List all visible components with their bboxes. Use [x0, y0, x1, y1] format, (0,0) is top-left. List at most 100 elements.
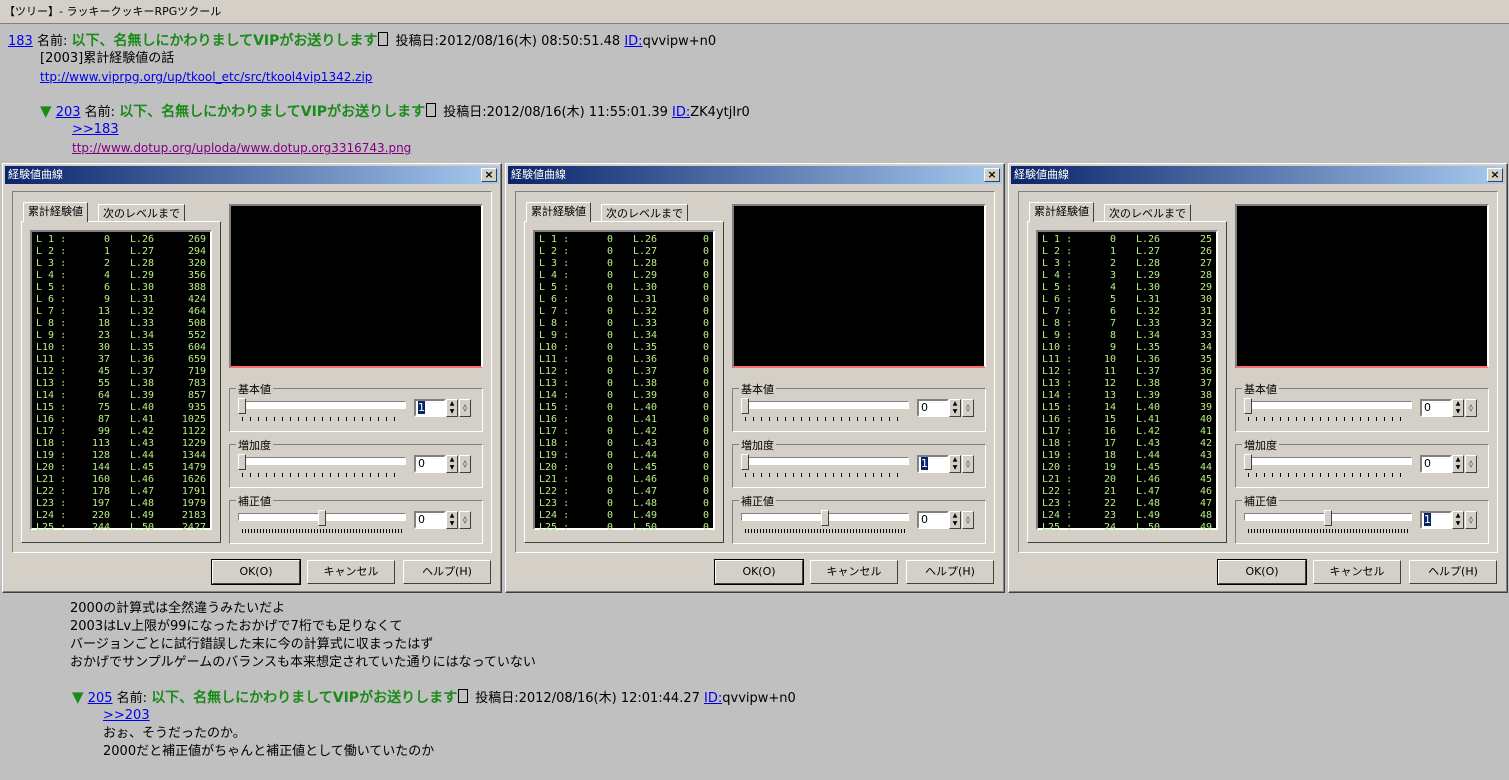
id-label-link[interactable]: ID:	[704, 691, 722, 706]
tab-cumulative-exp[interactable]: 累計経験値	[526, 202, 591, 222]
param-slider-thumb[interactable]	[741, 454, 749, 470]
help-button[interactable]: ヘルプ(H)	[403, 560, 491, 584]
spin-arrows-icon[interactable]: ◊	[459, 399, 471, 417]
param-slider-thumb[interactable]	[741, 398, 749, 414]
help-button[interactable]: ヘルプ(H)	[1409, 560, 1497, 584]
param-value-input[interactable]: 0	[414, 455, 446, 473]
param-slider-thumb[interactable]	[821, 510, 829, 526]
id-label-link[interactable]: ID:	[624, 34, 642, 49]
exp-table-row: L 5 : 6 L.30 388	[32, 282, 210, 294]
url-link[interactable]: ttp://www.dotup.org/uploda/www.dotup.org…	[72, 141, 411, 155]
param-slider-track[interactable]	[741, 401, 909, 409]
spin-arrows-icon[interactable]: ▲ ▼	[949, 399, 961, 417]
param-slider-thumb[interactable]	[238, 398, 246, 414]
level-label: L12 :	[539, 366, 570, 377]
close-icon[interactable]: ×	[984, 168, 1000, 182]
param-value-input[interactable]: 1	[917, 455, 949, 473]
exp-table-row: L10 : 30 L.35 604	[32, 342, 210, 354]
level-label: L.37	[130, 366, 155, 377]
ok-button[interactable]: OK(O)	[714, 559, 804, 585]
spin-arrows-icon[interactable]: ◊	[1465, 511, 1477, 529]
ok-button[interactable]: OK(O)	[1217, 559, 1307, 585]
dialog-titlebar[interactable]: 経験値曲線 ×	[508, 166, 1002, 184]
post-number-link[interactable]: 205	[88, 691, 113, 706]
spin-arrows-icon[interactable]: ▲ ▼	[1452, 399, 1464, 417]
exp-table-list[interactable]: L 1 :0 L.26 269 L 2 :1 L.27 294 L 3 :2 L.28 320 L…	[30, 230, 212, 533]
dialog-titlebar[interactable]: 経験値曲線 ×	[1011, 166, 1505, 184]
param-slider-track[interactable]	[1244, 457, 1412, 465]
param-slider-thumb[interactable]	[1244, 454, 1252, 470]
param-slider-thumb[interactable]	[318, 510, 326, 526]
exp-table-list[interactable]: L 1 :0 L.26 0 L 2 :0 L.27 0 L 3 :0 L.28 0 L 4 :0L…	[533, 230, 715, 533]
param-slider-track[interactable]	[238, 401, 406, 409]
help-button[interactable]: ヘルプ(H)	[906, 560, 994, 584]
level-label: L.31	[1136, 294, 1161, 305]
param-value-input[interactable]: 0	[917, 511, 949, 529]
param-slider-thumb[interactable]	[1324, 510, 1332, 526]
url-link[interactable]: ttp://www.viprpg.org/up/tkool_etc/src/tk…	[40, 70, 372, 84]
spin-arrows-icon[interactable]: ◊	[962, 455, 974, 473]
triangle-down-icon[interactable]: ▼	[40, 102, 52, 120]
param-value-input[interactable]: 0	[917, 399, 949, 417]
exp-table-row: L21 : 20 L.46 45	[1038, 474, 1216, 486]
spin-arrows-icon[interactable]: ▲ ▼	[949, 455, 961, 473]
close-icon[interactable]: ×	[1487, 168, 1503, 182]
cancel-button[interactable]: キャンセル	[810, 560, 898, 584]
id-label-link[interactable]: ID:	[672, 105, 690, 120]
param-value-input[interactable]: 0	[1420, 455, 1452, 473]
post-number-link[interactable]: 203	[56, 105, 81, 120]
exp-value: 0	[606, 366, 613, 377]
spin-arrows-icon[interactable]: ◊	[962, 511, 974, 529]
exp-curve-dialog: 経験値曲線 × 累計経験値 次のレベルまで L 1 : 0 L.26 0 L 2 : 0 L.27 0…	[505, 163, 1005, 593]
param-slider-thumb[interactable]	[238, 454, 246, 470]
spin-arrows-icon[interactable]: ▲ ▼	[1452, 455, 1464, 473]
param-group: 基本値 0 ▲ ▼ ◊	[732, 381, 986, 432]
param-value-input[interactable]: 0	[1420, 399, 1452, 417]
param-value-input[interactable]: 0	[414, 511, 446, 529]
tab-next-level[interactable]: 次のレベルまで	[1104, 204, 1191, 222]
level-label: L15 :	[539, 402, 570, 413]
spin-arrows-icon[interactable]: ◊	[459, 455, 471, 473]
param-slider-thumb[interactable]	[1244, 398, 1252, 414]
spin-arrows-icon[interactable]: ◊	[1465, 399, 1477, 417]
spin-arrows-icon[interactable]: ◊	[962, 399, 974, 417]
exp-value: 22	[1103, 498, 1116, 509]
post-body-line: 2000の計算式は全然違うみたいだよ	[70, 601, 286, 616]
cancel-button[interactable]: キャンセル	[307, 560, 395, 584]
level-label: L 5 :	[539, 282, 570, 293]
level-label: L19 :	[539, 450, 570, 461]
param-slider-track[interactable]	[1244, 401, 1412, 409]
post-number-link[interactable]: 183	[8, 34, 33, 49]
param-slider-track[interactable]	[238, 457, 406, 465]
spin-arrows-icon[interactable]: ▲ ▼	[446, 455, 458, 473]
spin-arrows-icon[interactable]: ◊	[1465, 455, 1477, 473]
spin-arrows-icon[interactable]: ▲ ▼	[949, 511, 961, 529]
exp-table-list[interactable]: L 1 :0 L.26 25 L 2 :1 L.27 26 L 3 :2 L.28 27 L 4 …	[1036, 230, 1218, 533]
reply-link[interactable]: >>203	[103, 708, 150, 723]
exp-table-row: L 7 : 0 L.32 0	[535, 306, 713, 318]
triangle-down-icon[interactable]: ▼	[72, 688, 84, 706]
tab-next-level[interactable]: 次のレベルまで	[98, 204, 185, 222]
spin-arrows-icon[interactable]: ▲ ▼	[446, 399, 458, 417]
tab-cumulative-exp[interactable]: 累計経験値	[1029, 202, 1094, 222]
reply-link[interactable]: >>183	[72, 122, 119, 137]
spin-arrows-icon[interactable]: ▲ ▼	[1452, 511, 1464, 529]
level-label: L16 :	[1042, 414, 1073, 425]
ok-button[interactable]: OK(O)	[211, 559, 301, 585]
param-value-input[interactable]: 1	[1420, 511, 1452, 529]
param-label: 補正値	[236, 493, 273, 509]
close-icon[interactable]: ×	[481, 168, 497, 182]
dialog-titlebar[interactable]: 経験値曲線 ×	[5, 166, 499, 184]
spin-arrows-icon[interactable]: ◊	[459, 511, 471, 529]
param-value-input[interactable]: 1	[414, 399, 446, 417]
exp-value: 0	[606, 498, 613, 509]
tab-next-level[interactable]: 次のレベルまで	[601, 204, 688, 222]
exp-value: 0	[103, 234, 110, 245]
exp-value: 6	[103, 282, 110, 293]
exp-table-row: L16 : 15 L.41 40	[1038, 414, 1216, 426]
cancel-button[interactable]: キャンセル	[1313, 560, 1401, 584]
poster-id: qvvipw+n0	[642, 34, 717, 49]
param-slider-track[interactable]	[741, 457, 909, 465]
tab-cumulative-exp[interactable]: 累計経験値	[23, 202, 88, 222]
spin-arrows-icon[interactable]: ▲ ▼	[446, 511, 458, 529]
